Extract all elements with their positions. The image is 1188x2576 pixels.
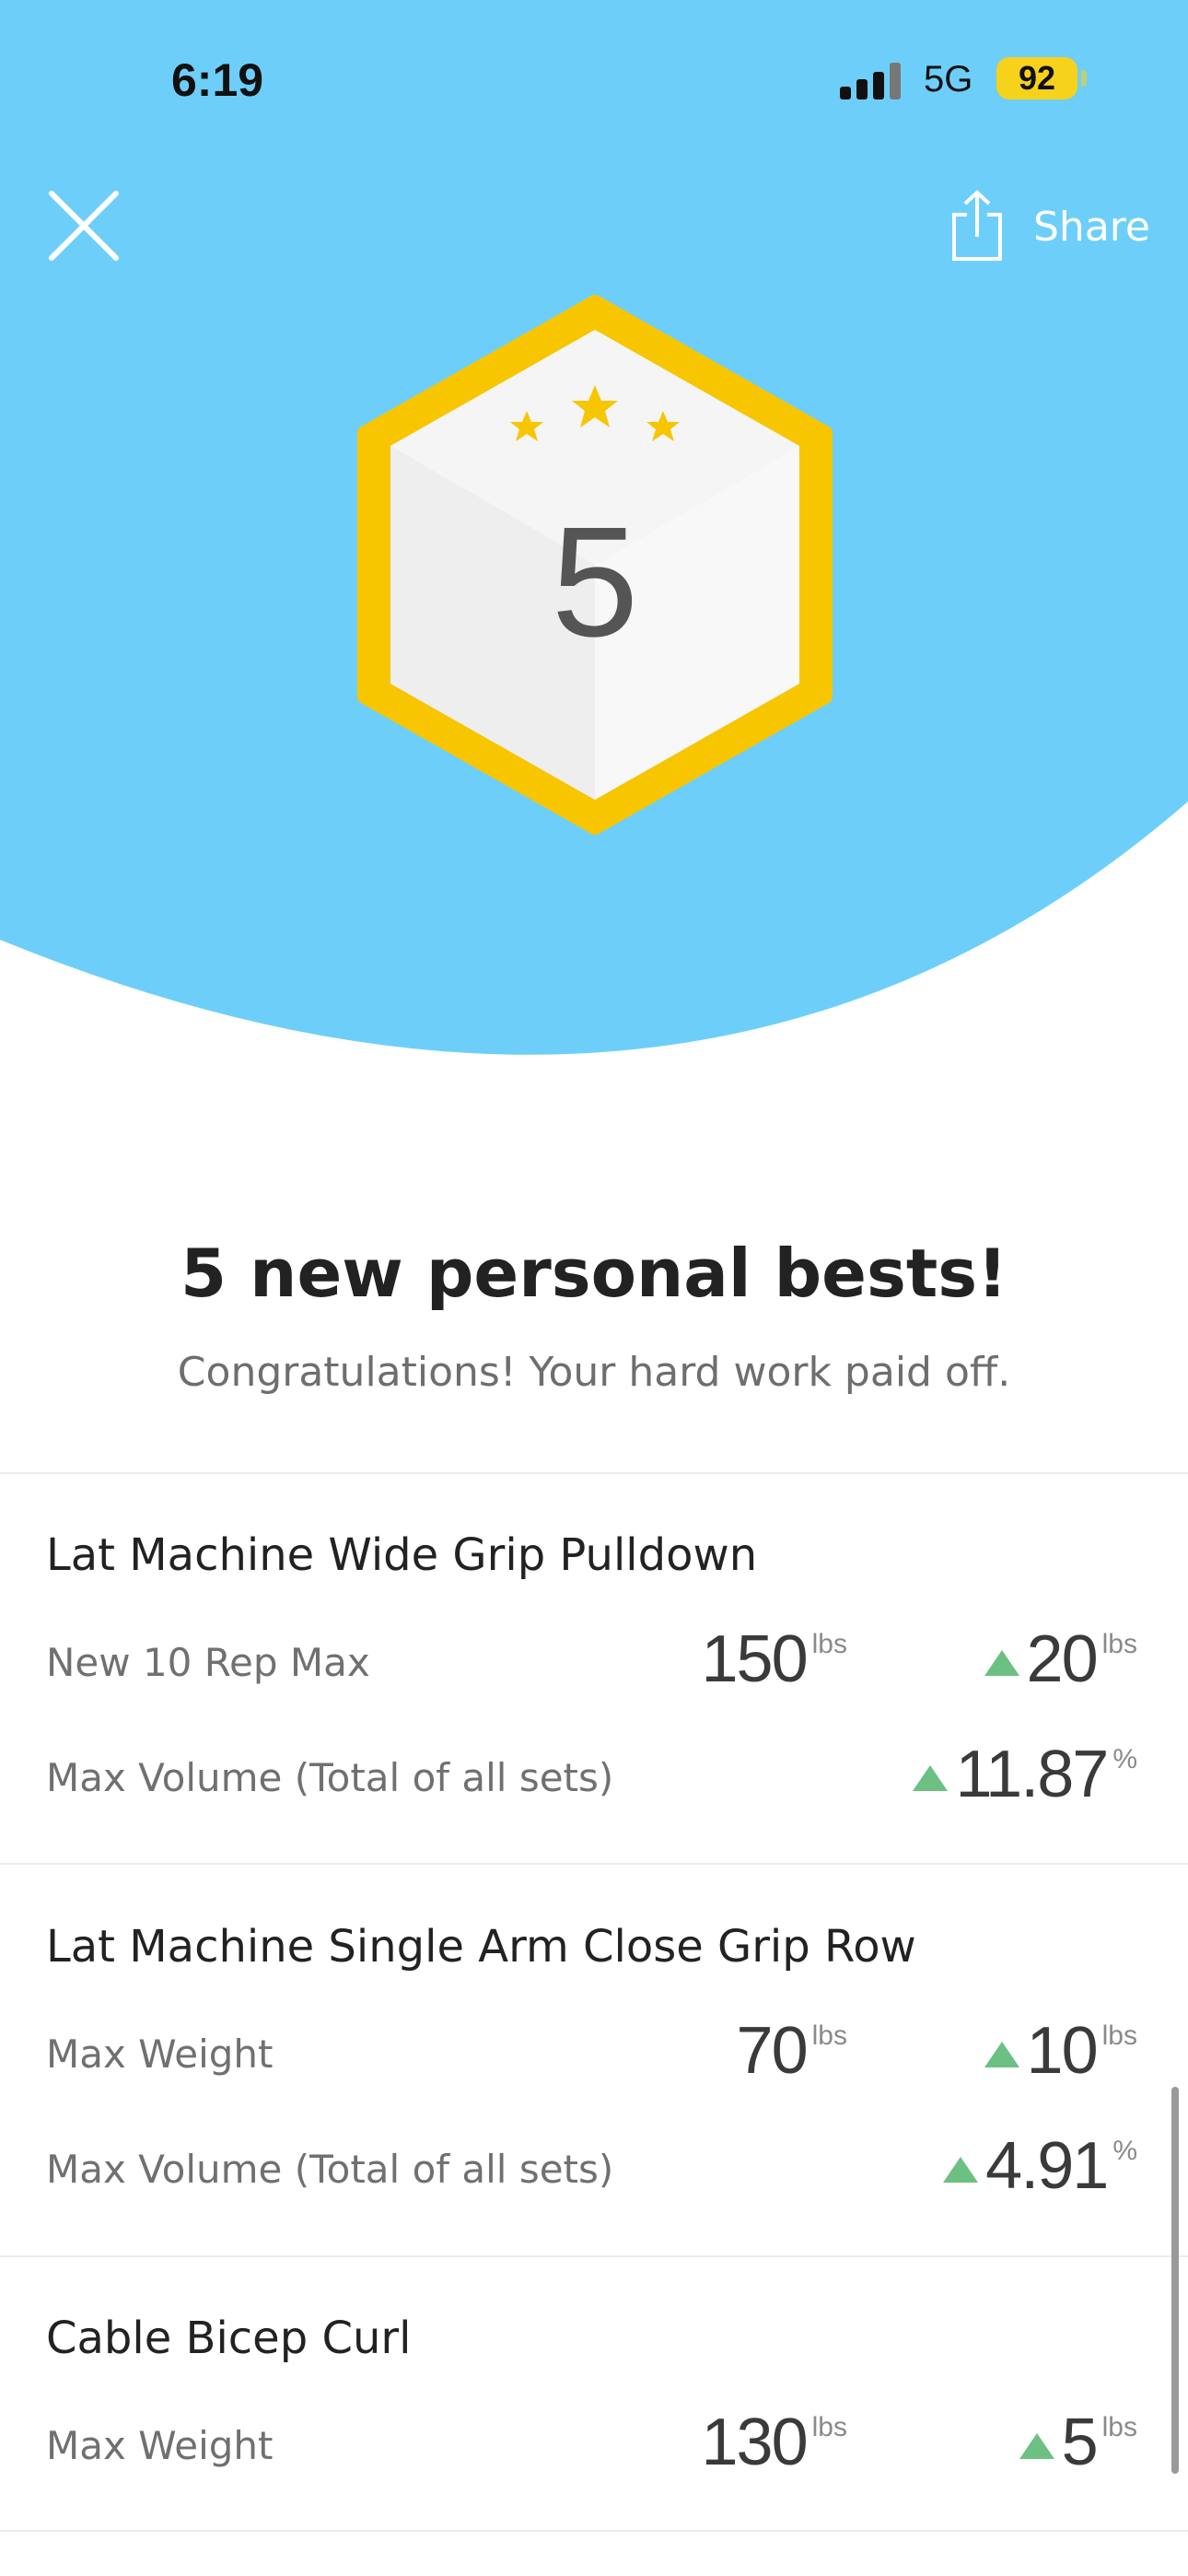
share-icon — [952, 190, 1002, 261]
value-unit: lbs — [811, 2020, 847, 2051]
metric-change: 4.91% — [943, 2128, 1137, 2204]
value-unit: lbs — [811, 2412, 847, 2442]
up-arrow-icon — [913, 1765, 949, 1791]
battery-icon: 92 — [996, 57, 1077, 100]
share-label: Share — [1033, 204, 1150, 251]
value-number: 150 — [701, 1622, 809, 1696]
change-unit: lbs — [1101, 1629, 1137, 1659]
change-unit: % — [1112, 1744, 1137, 1774]
page-subtitle: Congratulations! Your hard work paid off… — [177, 1349, 1011, 1396]
metric-value: 150 lbs — [702, 1622, 848, 1697]
change-unit: lbs — [1101, 2020, 1137, 2051]
cellular-signal-icon — [840, 63, 904, 100]
metric-row: Max Weight 130 lbs 5 lbs — [0, 2405, 1188, 2480]
metric-label: New 10 Rep Max — [46, 1640, 370, 1685]
battery-level: 92 — [1018, 59, 1056, 97]
metric-change: 10 lbs — [984, 2013, 1137, 2089]
metric-row: New 10 Rep Max 150 lbs 20 lbs — [0, 1622, 1188, 1697]
metric-row: Max Volume (Total of all sets) 11.87% — [0, 1737, 1188, 1812]
change-number: 5 — [1061, 2406, 1099, 2479]
metric-label: Max Weight — [46, 2032, 274, 2077]
close-icon — [49, 191, 119, 261]
metric-row: Max Volume (Total of all sets) 4.91% — [0, 2128, 1188, 2204]
exercise-name: Lat Machine Wide Grip Pulldown — [46, 1529, 758, 1581]
scrollbar[interactable] — [1171, 2087, 1179, 2474]
share-button[interactable]: Share — [949, 189, 1160, 263]
value-number: 70 — [736, 2014, 809, 2088]
metric-change: 20 lbs — [984, 1622, 1137, 1697]
network-type: 5G — [924, 59, 973, 100]
close-button[interactable] — [42, 184, 125, 267]
metric-change: 11.87% — [913, 1737, 1137, 1812]
exercise-name: Lat Machine Single Arm Close Grip Row — [46, 1921, 916, 1973]
metric-label: Max Volume (Total of all sets) — [46, 2147, 614, 2192]
metric-label: Max Volume (Total of all sets) — [46, 1755, 614, 1800]
up-arrow-icon — [984, 2042, 1019, 2067]
up-arrow-icon — [984, 1650, 1019, 1676]
battery-tip — [1081, 70, 1087, 87]
divider — [0, 1863, 1188, 1865]
change-number: 20 — [1026, 1622, 1099, 1696]
value-number: 130 — [701, 2406, 809, 2479]
up-arrow-icon — [1019, 2433, 1054, 2459]
metric-change: 5 lbs — [1019, 2405, 1137, 2480]
metric-value: 70 lbs — [737, 2013, 847, 2089]
change-number: 4.91 — [985, 2129, 1109, 2203]
metric-row: Max Weight 70 lbs 10 lbs — [0, 2013, 1188, 2089]
divider — [0, 1472, 1188, 1474]
metric-value: 130 lbs — [702, 2405, 848, 2480]
divider — [0, 2530, 1188, 2532]
value-unit: lbs — [811, 1629, 847, 1659]
badge-count: 5 — [552, 495, 639, 670]
change-number: 10 — [1026, 2014, 1099, 2088]
metric-label: Max Weight — [46, 2423, 274, 2468]
divider — [0, 2255, 1188, 2257]
status-time: 6:19 — [171, 54, 264, 106]
change-unit: lbs — [1101, 2412, 1137, 2442]
up-arrow-icon — [943, 2157, 979, 2183]
page-title: 5 new personal bests! — [181, 1235, 1007, 1312]
exercise-name: Cable Bicep Curl — [46, 2313, 412, 2364]
personal-best-badge: 5 — [357, 295, 833, 835]
change-unit: % — [1112, 2136, 1137, 2166]
change-number: 11.87 — [955, 1738, 1109, 1811]
